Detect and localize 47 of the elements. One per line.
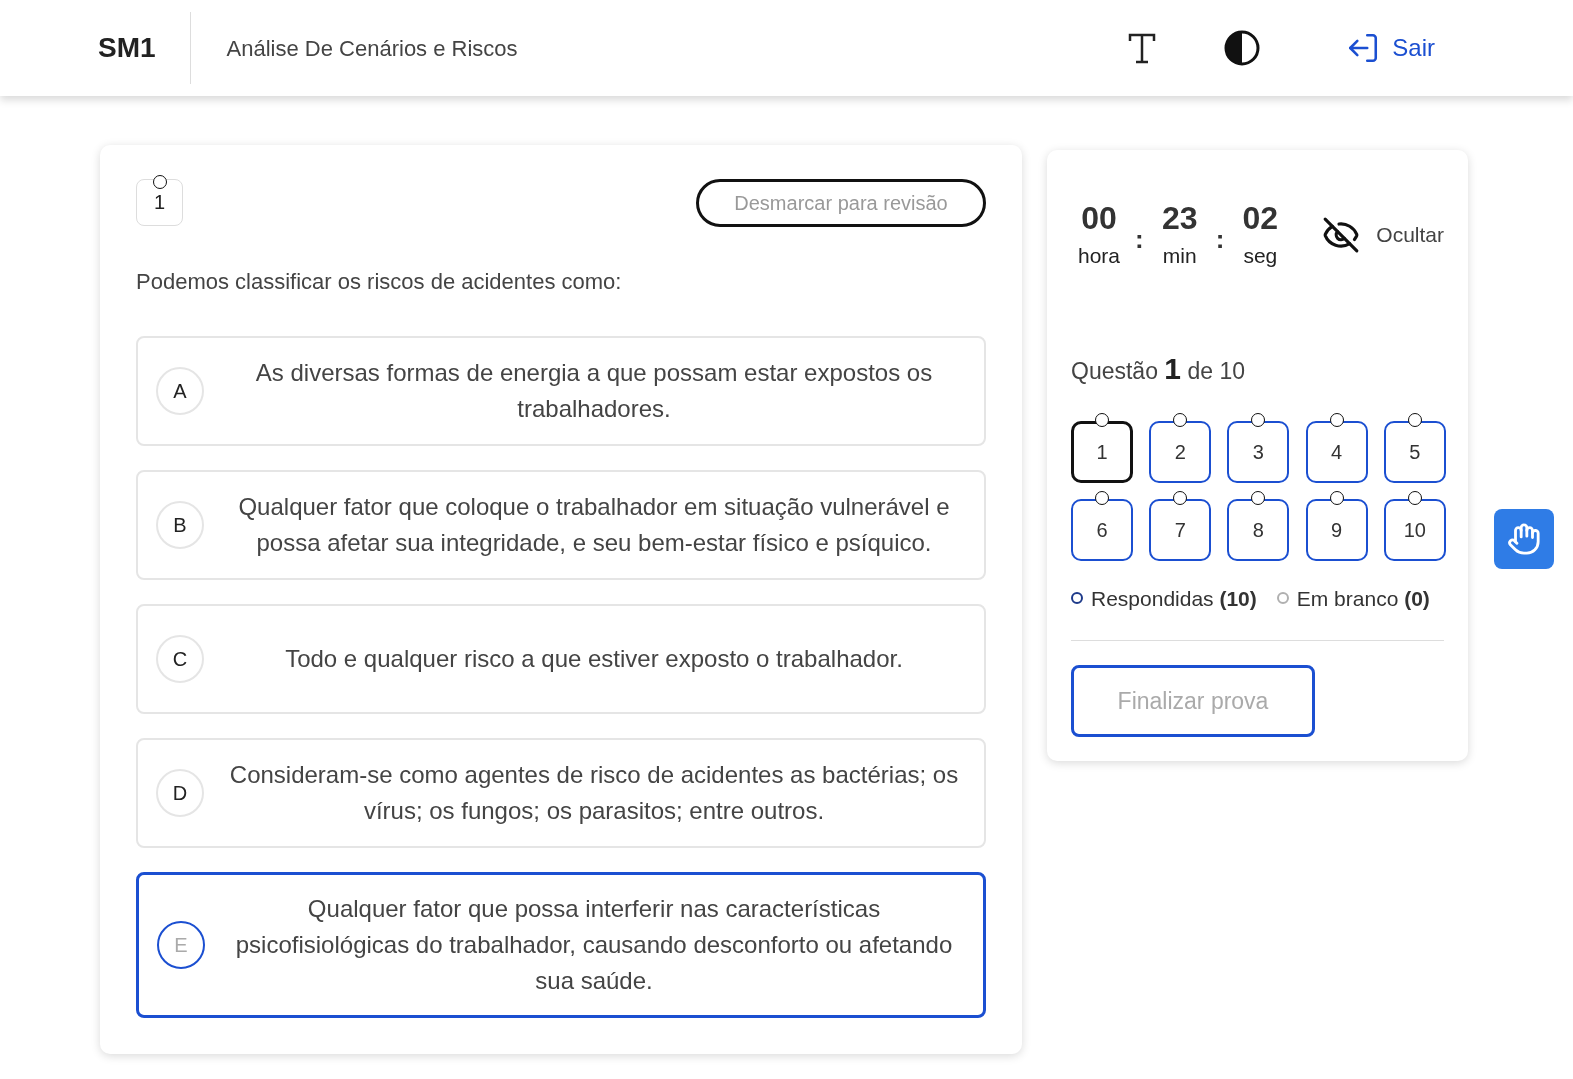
flag-icon (1251, 490, 1266, 505)
sign-language-button[interactable] (1494, 509, 1554, 569)
flag-icon (1095, 490, 1109, 505)
flag-icon (1407, 412, 1422, 427)
answer-option[interactable]: B Qualquer fator que coloque o trabalhador em situação vulnerável e possa afetar sua integridade, e seu bem-estar físico e psíquico. (136, 470, 986, 580)
logo: SM1 (98, 12, 191, 84)
option-letter: D (156, 769, 204, 817)
option-letter: B (156, 501, 204, 549)
text-size-icon (1127, 32, 1158, 64)
logout-button[interactable]: Sair (1346, 30, 1435, 66)
legend-label: Respondidas (10) (1091, 585, 1257, 612)
option-text: Qualquer fator que coloque o trabalhador em situação vulnerável e possa afetar sua integridade, e seu bem-estar físico e psíquico. (237, 492, 951, 558)
option-text: Todo e qualquer risco a que estiver exposto o trabalhador. (284, 644, 904, 674)
time-unit: hora (1078, 243, 1120, 269)
contrast-icon (1224, 30, 1261, 66)
flag-icon (153, 175, 167, 189)
legend-label: Em branco (0) (1296, 585, 1430, 612)
answer-option[interactable]: D Consideram-se como agentes de risco de acidentes as bactérias; os vírus; os fungos; os parasitos; entre outros. (136, 738, 986, 848)
option-letter: C (156, 635, 204, 683)
time-separator: : (1215, 223, 1225, 257)
eye-off-icon (1322, 215, 1361, 254)
question-statement: Podemos classificar os riscos de acidentes como: (136, 268, 623, 296)
answer-option[interactable]: A As diversas formas de energia a que possam estar expostos os trabalhadores. (136, 336, 986, 446)
flag-icon (1329, 490, 1344, 505)
answer-option[interactable]: E Qualquer fator que possa interferir nas características psicofisiológicas do trabalhador, causando desconforto ou afetando sua saúde. (136, 872, 986, 1018)
option-letter: A (156, 367, 204, 415)
flag-icon (1407, 490, 1422, 505)
time-value: 02 (1242, 199, 1279, 238)
flag-icon (1173, 412, 1188, 427)
option-text: As diversas formas de energia a que possam estar expostos os trabalhadores. (254, 358, 934, 424)
flag-icon (1095, 412, 1109, 427)
hand-icon (1507, 522, 1541, 556)
time-separator: : (1135, 223, 1144, 257)
option-text: Qualquer fator que possa interferir nas características psicofisiológicas do trabalhador, causando desconforto ou afetando sua saúde. (234, 894, 954, 996)
option-letter: E (157, 921, 205, 969)
page-title: Análise De Cenários e Riscos (226, 34, 518, 63)
flag-icon (1329, 412, 1344, 427)
hide-timer-button[interactable]: Ocultar (1322, 215, 1444, 254)
time-unit: min (1162, 243, 1197, 269)
flag-icon (1173, 490, 1188, 505)
question-number: 1 (153, 190, 166, 215)
answer-option[interactable]: C Todo e qualquer risco a que estiver exposto o trabalhador. (136, 604, 986, 714)
time-unit: seg (1243, 243, 1278, 269)
option-text: Consideram-se como agentes de risco de acidentes as bactérias; os vírus; os fungos; os parasitos; entre outros. (228, 760, 960, 826)
time-value: 23 (1161, 199, 1198, 238)
flag-icon (1251, 412, 1266, 427)
time-value: 00 (1081, 199, 1117, 238)
